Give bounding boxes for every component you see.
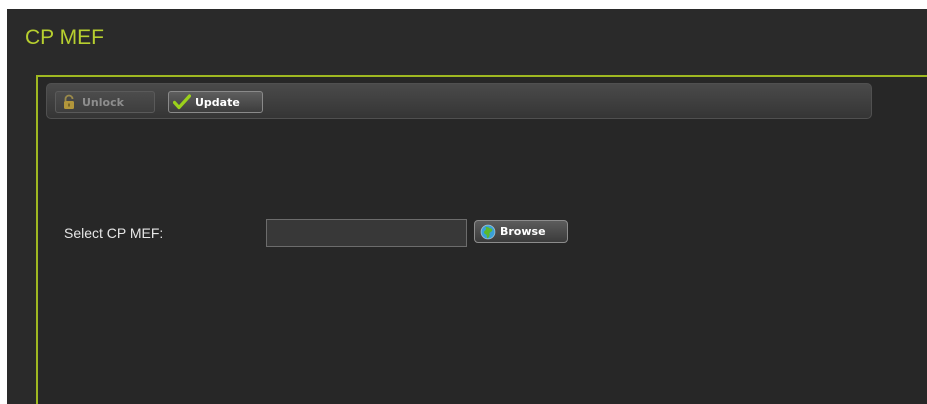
- checkmark-icon: [173, 93, 191, 111]
- cp-mef-file-input[interactable]: [266, 219, 467, 247]
- globe-icon: [479, 223, 497, 241]
- toolbar: Unlock Update: [46, 83, 872, 119]
- browse-button-label: Browse: [500, 225, 546, 238]
- page-title: CP MEF: [25, 26, 104, 49]
- update-button-label: Update: [195, 95, 240, 109]
- select-cp-mef-label: Select CP MEF:: [64, 225, 164, 241]
- unlock-button-label: Unlock: [82, 95, 124, 109]
- update-button[interactable]: Update: [168, 91, 263, 113]
- browse-button[interactable]: Browse: [474, 220, 568, 243]
- unlock-button[interactable]: Unlock: [55, 91, 155, 113]
- padlock-icon: [60, 93, 78, 111]
